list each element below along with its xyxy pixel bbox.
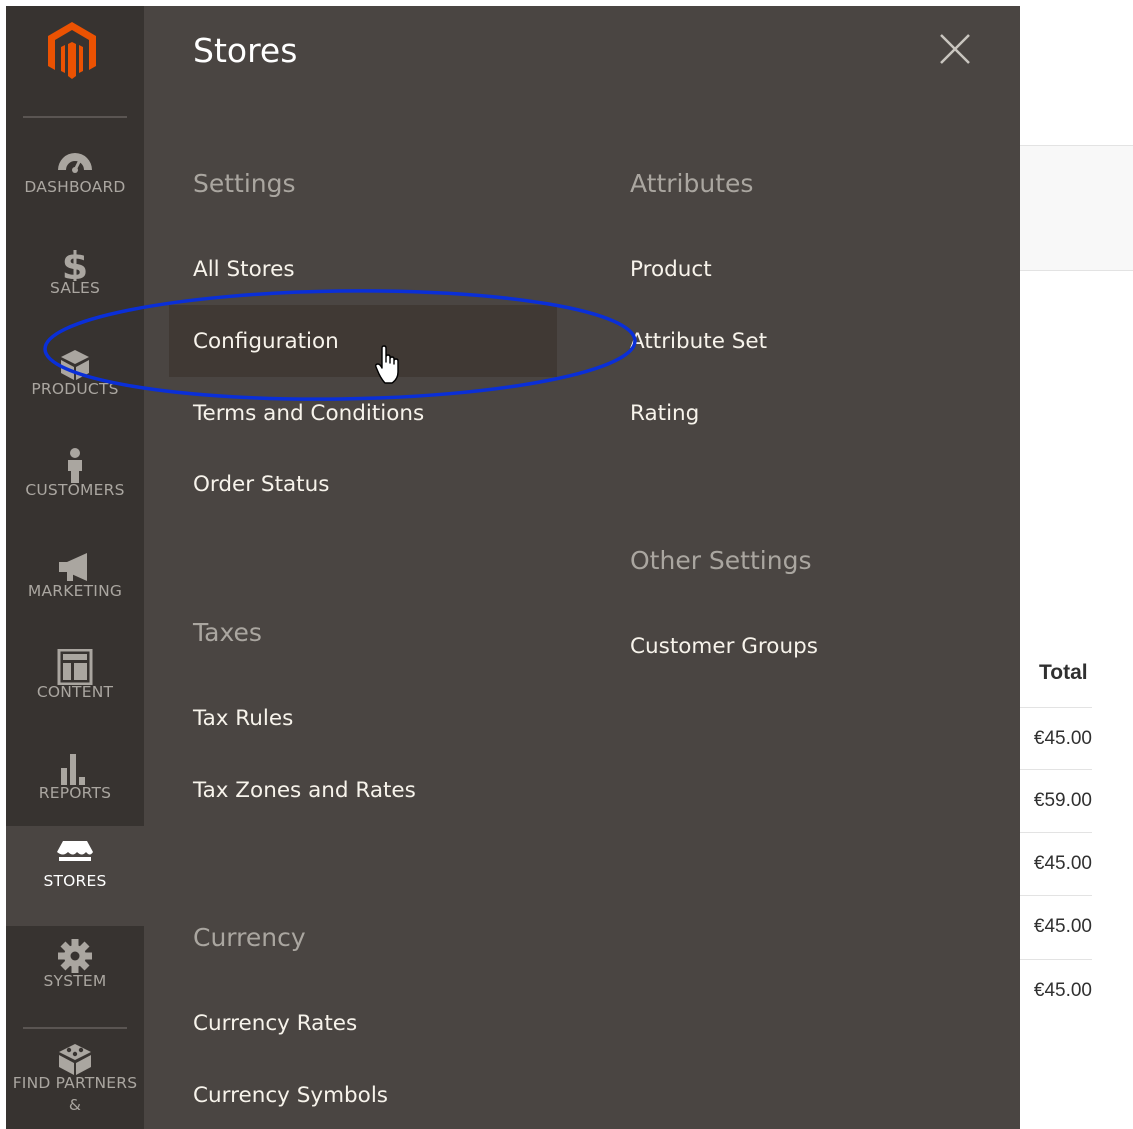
bar-chart-icon xyxy=(61,754,85,785)
sidebar-item-label: Content xyxy=(36,683,114,701)
gear-icon xyxy=(58,939,92,973)
storefront-icon xyxy=(57,841,93,861)
blocks-icon xyxy=(59,1044,91,1075)
section-title-attributes: Attributes xyxy=(630,169,754,198)
table-row: €45.00 xyxy=(1020,895,1092,958)
menu-link-product[interactable]: Product xyxy=(630,257,712,282)
menu-link-rating[interactable]: Rating xyxy=(630,401,699,426)
megaphone-icon xyxy=(59,553,87,581)
sidebar-item-system[interactable]: System xyxy=(6,926,144,1027)
dashboard-gauge-icon xyxy=(58,153,92,173)
menu-link-currency-symbols[interactable]: Currency Symbols xyxy=(193,1083,388,1108)
box-icon xyxy=(61,350,89,380)
section-title-currency: Currency xyxy=(193,923,306,952)
flyout-title: Stores xyxy=(193,31,298,70)
table-row: €45.00 xyxy=(1020,959,1092,1022)
sidebar-item-find-partners[interactable]: Find Partners & xyxy=(6,1028,144,1129)
magento-logo-icon[interactable] xyxy=(41,20,103,82)
total-column-header: Total xyxy=(1039,661,1088,684)
sidebar-item-label: Customers xyxy=(25,481,125,499)
admin-sidebar: Dashboard $ Sales Products Customers xyxy=(6,6,144,1129)
sidebar-item-customers[interactable]: Customers xyxy=(6,435,144,536)
svg-text:$: $ xyxy=(62,245,88,281)
total-cell: €45.00 xyxy=(1033,728,1092,749)
menu-link-tax-zones-and-rates[interactable]: Tax Zones and Rates xyxy=(193,778,416,803)
table-row: €59.00 xyxy=(1020,769,1092,832)
close-icon[interactable] xyxy=(938,32,972,66)
sidebar-item-label: Find Partners & xyxy=(12,1074,138,1114)
menu-link-customer-groups[interactable]: Customer Groups xyxy=(630,634,818,659)
sidebar-item-dashboard[interactable]: Dashboard xyxy=(6,132,144,233)
layout-icon xyxy=(57,649,93,685)
sidebar-item-content[interactable]: Content xyxy=(6,637,144,738)
section-title-other-settings: Other Settings xyxy=(630,546,812,575)
admin-window: Total €45.00 €59.00 €45.00 €45.00 €45.00… xyxy=(6,6,1133,1129)
sidebar-item-label: Reports xyxy=(38,784,112,802)
sidebar-item-label: Products xyxy=(31,380,119,398)
total-cell: €45.00 xyxy=(1033,916,1092,937)
table-row: €45.00 xyxy=(1020,707,1092,770)
sidebar-item-label: Stores xyxy=(43,872,107,890)
page-header-band xyxy=(1020,145,1133,271)
total-cell: €45.00 xyxy=(1033,853,1092,874)
sidebar-item-marketing[interactable]: Marketing xyxy=(6,536,144,637)
sidebar-item-label: Sales xyxy=(50,279,100,297)
dollar-icon: $ xyxy=(62,245,88,281)
menu-link-configuration[interactable]: Configuration xyxy=(193,329,339,354)
section-title-settings: Settings xyxy=(193,169,296,198)
sidebar-item-sales[interactable]: $ Sales xyxy=(6,233,144,334)
menu-link-order-status[interactable]: Order Status xyxy=(193,472,329,497)
menu-link-terms-and-conditions[interactable]: Terms and Conditions xyxy=(193,401,424,426)
menu-link-tax-rules[interactable]: Tax Rules xyxy=(193,706,293,731)
sidebar-item-label: Marketing xyxy=(27,582,123,600)
sidebar-item-label: System xyxy=(43,972,107,990)
sidebar-item-products[interactable]: Products xyxy=(6,334,144,435)
table-row: €45.00 xyxy=(1020,832,1092,895)
sidebar-item-stores[interactable]: Stores xyxy=(6,826,144,926)
sidebar-divider xyxy=(23,116,127,118)
menu-link-currency-rates[interactable]: Currency Rates xyxy=(193,1011,357,1036)
menu-link-attribute-set[interactable]: Attribute Set xyxy=(630,329,767,354)
person-icon xyxy=(68,448,82,483)
section-title-taxes: Taxes xyxy=(193,618,262,647)
stores-flyout-menu: Stores Settings All Stores Configuration… xyxy=(144,6,1020,1129)
sidebar-item-reports[interactable]: Reports xyxy=(6,738,144,839)
total-cell: €45.00 xyxy=(1033,980,1092,1001)
sidebar-item-label: Dashboard xyxy=(24,178,126,196)
total-cell: €59.00 xyxy=(1033,790,1092,811)
menu-link-all-stores[interactable]: All Stores xyxy=(193,257,295,282)
